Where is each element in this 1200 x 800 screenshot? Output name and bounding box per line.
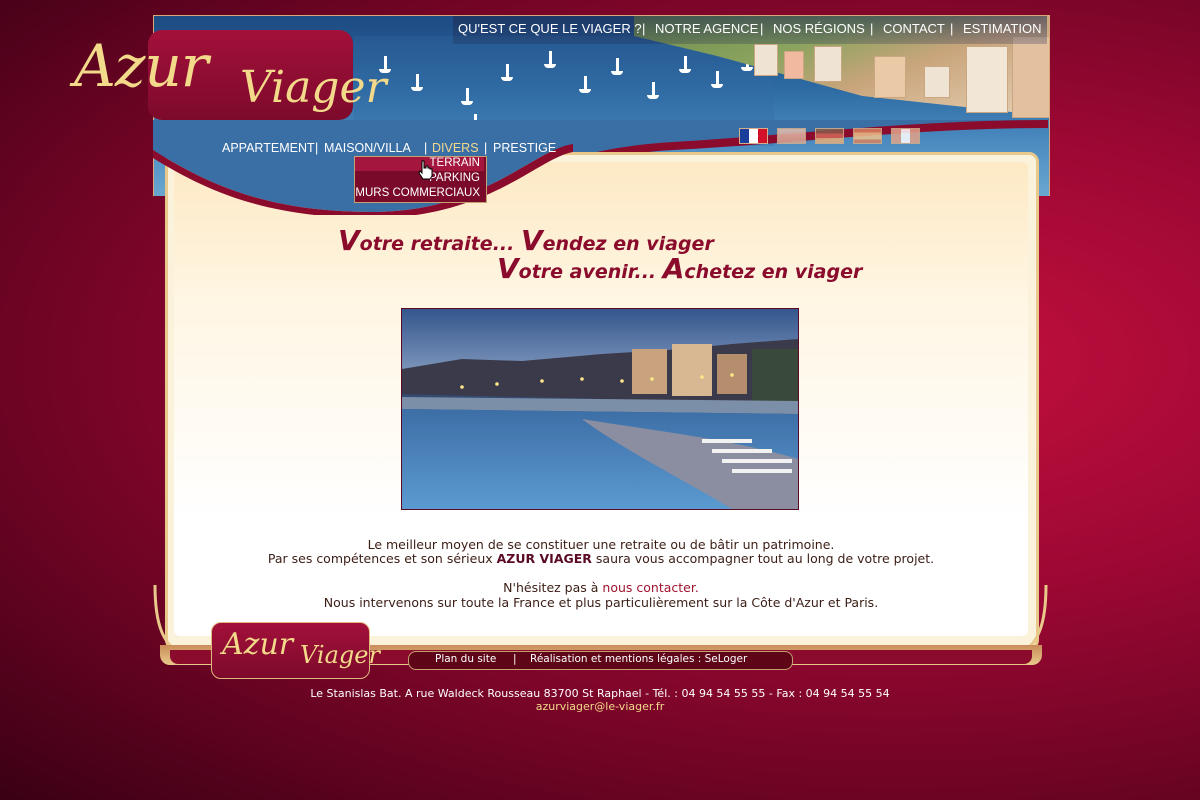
nav-separator: |: [870, 21, 874, 36]
nice-promenade-photo: [401, 308, 799, 510]
intro-text: Par ses compétences et son sérieux: [267, 551, 497, 566]
dropdown-item-parking[interactable]: PARKING: [0, 172, 480, 184]
nav-estimation[interactable]: ESTIMATION: [963, 21, 1041, 36]
intro-line4: Nous intervenons sur toute la France et …: [323, 595, 879, 610]
nav-notre-agence[interactable]: NOTRE AGENCE: [655, 21, 758, 36]
nav-separator: |: [642, 21, 646, 36]
footer-link-plan-du-site[interactable]: Plan du site: [435, 653, 496, 665]
footer-link-mentions-legales[interactable]: Réalisation et mentions légales : SeLoge…: [530, 653, 747, 665]
subnav-appartement[interactable]: APPARTEMENT: [222, 141, 315, 155]
italian-flag-icon[interactable]: [891, 128, 920, 144]
intro-text: saura vous accompagner tout au long de v…: [591, 551, 935, 566]
spanish-flag-icon[interactable]: [853, 128, 882, 144]
footer-email-link[interactable]: azurviager@le-viager.fr: [0, 700, 1200, 713]
footer-separator: |: [513, 653, 517, 665]
english-flag-icon[interactable]: [777, 128, 806, 144]
german-flag-icon[interactable]: [815, 128, 844, 144]
tagline-text: otre avenir...: [518, 261, 663, 283]
subnav-prestige[interactable]: PRESTIGE: [493, 141, 556, 155]
subnav-separator: |: [484, 141, 488, 155]
dropdown-item-terrain[interactable]: TERRAIN: [0, 157, 480, 169]
subnav-divers[interactable]: DIVERS: [432, 141, 479, 155]
footer-logo-azur[interactable]: Azur: [222, 627, 293, 662]
subnav-separator: |: [424, 141, 428, 155]
nav-separator: |: [760, 21, 764, 36]
subnav-maison-villa[interactable]: MAISON/VILLA: [324, 141, 411, 155]
tagline-initial: V: [497, 252, 519, 285]
footer-logo-viager[interactable]: Viager: [300, 641, 380, 669]
subnav-separator: |: [315, 141, 319, 155]
tagline-initial: A: [662, 252, 685, 285]
nav-nos-regions[interactable]: NOS RÉGIONS: [773, 21, 865, 36]
intro-line3: N'hésitez pas à nous contacter.: [174, 580, 1028, 595]
french-flag-icon[interactable]: [739, 128, 768, 144]
tagline-line2: Votre avenir... Achetez en viager: [497, 252, 862, 285]
contact-link[interactable]: nous contacter.: [602, 580, 698, 595]
intro-line2: Par ses compétences et son sérieux AZUR …: [174, 551, 1028, 566]
footer-address: Le Stanislas Bat. A rue Waldeck Rousseau…: [310, 687, 890, 700]
brand-name: AZUR VIAGER: [496, 551, 592, 566]
tagline-text: chetez en viager: [684, 261, 863, 283]
dropdown-item-murs-commerciaux[interactable]: MURS COMMERCIAUX: [0, 187, 480, 199]
nav-contact[interactable]: CONTACT: [883, 21, 945, 36]
logo-azur[interactable]: Azur: [74, 32, 209, 100]
tagline-initial: V: [338, 224, 360, 257]
logo-viager[interactable]: Viager: [240, 62, 387, 113]
nav-what-is-viager[interactable]: QU'EST CE QUE LE VIAGER ?: [458, 21, 642, 36]
nav-separator: |: [950, 21, 954, 36]
hand-cursor-icon: [418, 160, 433, 180]
intro-line1: Le meilleur moyen de se constituer une r…: [367, 537, 835, 552]
intro-text: N'hésitez pas à: [503, 580, 603, 595]
